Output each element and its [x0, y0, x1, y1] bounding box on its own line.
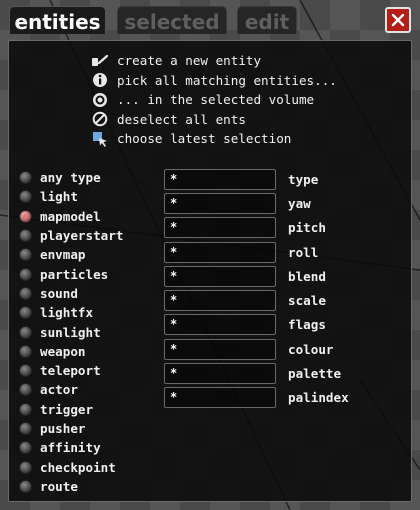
field-row-scale: * scale [164, 288, 349, 312]
radio-button[interactable] [19, 344, 32, 358]
type-option-route[interactable]: route [19, 477, 123, 496]
radio-button-selected[interactable] [19, 209, 32, 223]
radio-button[interactable] [19, 460, 32, 474]
type-option-light[interactable]: light [19, 187, 123, 206]
entity-type-list: any type light mapmodel playerstart envm… [19, 168, 123, 496]
wand-icon [90, 52, 110, 70]
target-icon [90, 91, 110, 109]
type-option-sunlight[interactable]: sunlight [19, 322, 123, 341]
flags-input[interactable]: * [164, 314, 276, 336]
type-option-pusher[interactable]: pusher [19, 419, 123, 438]
colour-input[interactable]: * [164, 338, 276, 360]
close-x-icon [391, 13, 405, 27]
close-button[interactable] [385, 7, 411, 33]
type-input[interactable]: * [164, 168, 276, 190]
radio-button[interactable] [19, 441, 32, 455]
radio-button[interactable] [19, 306, 32, 320]
palette-label: palette [288, 366, 342, 382]
radio-button[interactable] [19, 479, 32, 493]
attribute-fields: * type * yaw * pitch * roll * blend * scale * f… [164, 167, 349, 410]
deselect-all-action[interactable]: deselect all ents [90, 110, 337, 130]
type-option-actor[interactable]: actor [19, 380, 123, 399]
field-row-colour: * colour [164, 337, 349, 361]
palindex-input[interactable]: * [164, 387, 276, 409]
type-option-weapon[interactable]: weapon [19, 342, 123, 361]
type-option-mapmodel[interactable]: mapmodel [19, 207, 123, 226]
blend-label: blend [288, 268, 326, 284]
field-row-pitch: * pitch [164, 216, 349, 240]
radio-button[interactable] [19, 248, 32, 262]
type-option-checkpoint[interactable]: checkpoint [19, 457, 123, 476]
action-list: create a new entity pick all matching en… [90, 51, 337, 149]
radio-button[interactable] [19, 325, 32, 339]
radio-button[interactable] [19, 383, 32, 397]
field-row-roll: * roll [164, 240, 349, 264]
arrow-select-icon [90, 130, 110, 148]
tab-entities[interactable]: entities [9, 6, 106, 34]
radio-button[interactable] [19, 190, 32, 204]
radio-button[interactable] [19, 171, 32, 185]
radio-button[interactable] [19, 267, 32, 281]
tab-selected[interactable]: selected [117, 6, 227, 34]
radio-button[interactable] [19, 402, 32, 416]
create-entity-action[interactable]: create a new entity [90, 51, 337, 71]
roll-input[interactable]: * [164, 241, 276, 263]
tab-edit[interactable]: edit [237, 6, 297, 34]
radio-button[interactable] [19, 422, 32, 435]
type-option-any-type[interactable]: any type [19, 168, 123, 187]
pitch-input[interactable]: * [164, 217, 276, 239]
colour-label: colour [288, 341, 334, 357]
blend-input[interactable]: * [164, 265, 276, 287]
type-option-trigger[interactable]: trigger [19, 400, 123, 419]
type-option-playerstart[interactable]: playerstart [19, 226, 123, 245]
type-label: type [288, 171, 319, 187]
yaw-input[interactable]: * [164, 192, 276, 214]
type-option-particles[interactable]: particles [19, 264, 123, 283]
palette-input[interactable]: * [164, 363, 276, 385]
pitch-label: pitch [288, 220, 326, 236]
field-row-type: * type [164, 167, 349, 191]
yaw-label: yaw [288, 195, 311, 211]
type-option-lightfx[interactable]: lightfx [19, 303, 123, 322]
pick-matching-action[interactable]: pick all matching entities... [90, 71, 337, 91]
palindex-label: palindex [288, 390, 349, 406]
field-row-palindex: * palindex [164, 386, 349, 410]
radio-button[interactable] [19, 364, 32, 378]
field-row-yaw: * yaw [164, 191, 349, 215]
type-option-affinity[interactable]: affinity [19, 438, 123, 457]
radio-button[interactable] [19, 229, 32, 243]
info-icon [90, 71, 110, 89]
scale-label: scale [288, 293, 326, 309]
choose-latest-action[interactable]: choose latest selection [90, 129, 337, 149]
scale-input[interactable]: * [164, 290, 276, 312]
field-row-palette: * palette [164, 361, 349, 385]
radio-button[interactable] [19, 286, 32, 300]
roll-label: roll [288, 244, 319, 260]
flags-label: flags [288, 317, 326, 333]
type-option-envmap[interactable]: envmap [19, 245, 123, 264]
field-row-blend: * blend [164, 264, 349, 288]
field-row-flags: * flags [164, 313, 349, 337]
type-option-sound[interactable]: sound [19, 284, 123, 303]
no-entry-icon [90, 110, 110, 128]
select-volume-action[interactable]: ... in the selected volume [90, 90, 337, 110]
type-option-teleport[interactable]: teleport [19, 361, 123, 380]
